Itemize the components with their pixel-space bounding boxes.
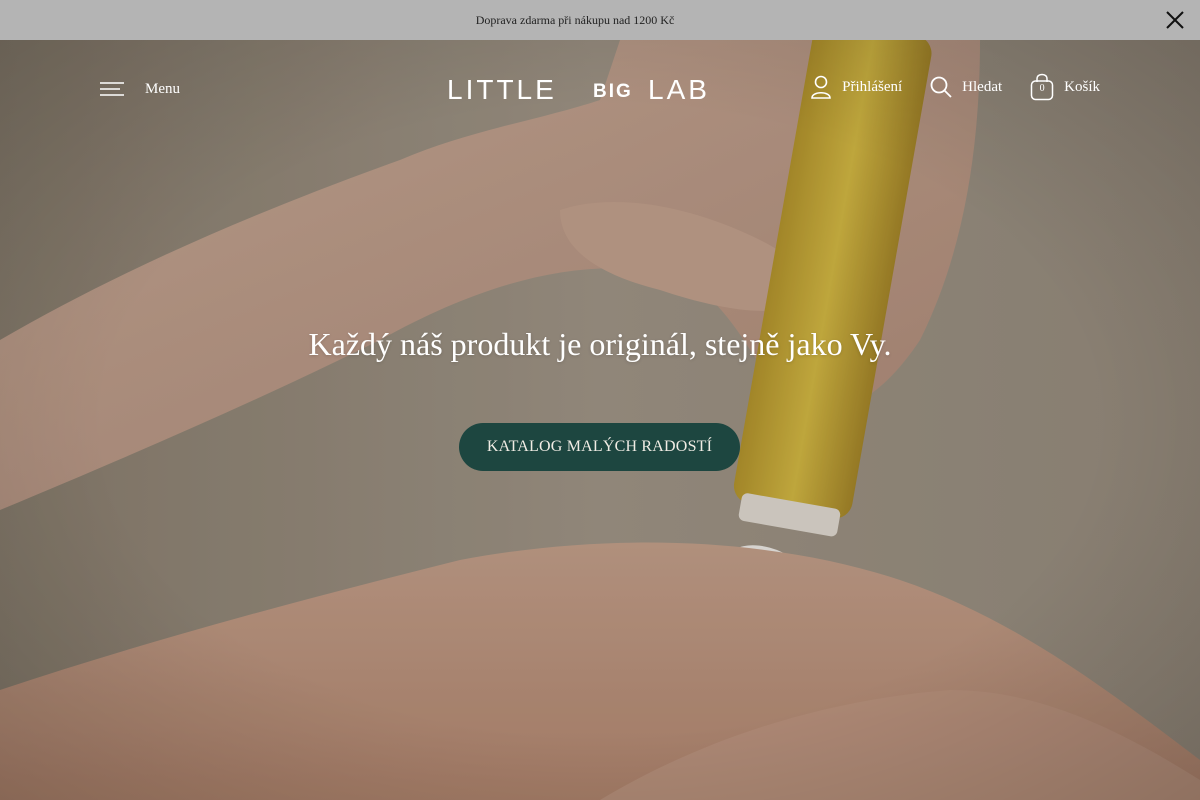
logo-word-little: LITTLE	[447, 74, 557, 105]
cart-link[interactable]: 0 Košík	[1030, 73, 1100, 101]
user-icon	[811, 75, 831, 99]
logo-word-lab: LAB	[648, 74, 710, 105]
search-icon	[930, 76, 952, 98]
cart-icon: 0	[1030, 73, 1054, 101]
header-actions: Přihlášení Hledat 0 Košík	[810, 72, 1100, 102]
cart-label: Košík	[1064, 78, 1100, 95]
menu-icon	[100, 82, 124, 96]
hero-title: Každý náš produkt je originál, stejně ja…	[308, 326, 892, 362]
announcement-text: Doprava zdarma při nákupu nad 1200 Kč	[475, 13, 675, 27]
search-link[interactable]: Hledat	[930, 76, 1002, 98]
login-link[interactable]: Přihlášení	[810, 75, 902, 99]
close-icon[interactable]	[1164, 9, 1186, 31]
menu-label: Menu	[145, 80, 180, 97]
cart-count: 0	[1039, 83, 1045, 94]
catalog-button[interactable]: KATALOG MALÝCH RADOSTÍ	[459, 423, 740, 471]
page: Doprava zdarma při nákupu nad 1200 Kč Me…	[0, 0, 1200, 800]
hero-section	[0, 40, 1200, 800]
logo-word-big: BIG	[593, 81, 633, 102]
hero-photo	[0, 40, 1200, 800]
announcement-bar: Doprava zdarma při nákupu nad 1200 Kč	[0, 0, 1200, 40]
login-label: Přihlášení	[842, 78, 903, 95]
search-label: Hledat	[962, 78, 1003, 95]
site-header: Menu LITTLE BIG LAB Přihlášení Hledat 0 …	[0, 40, 1200, 136]
menu-button[interactable]: Menu	[100, 76, 180, 102]
site-logo[interactable]: LITTLE BIG LAB	[447, 70, 721, 106]
